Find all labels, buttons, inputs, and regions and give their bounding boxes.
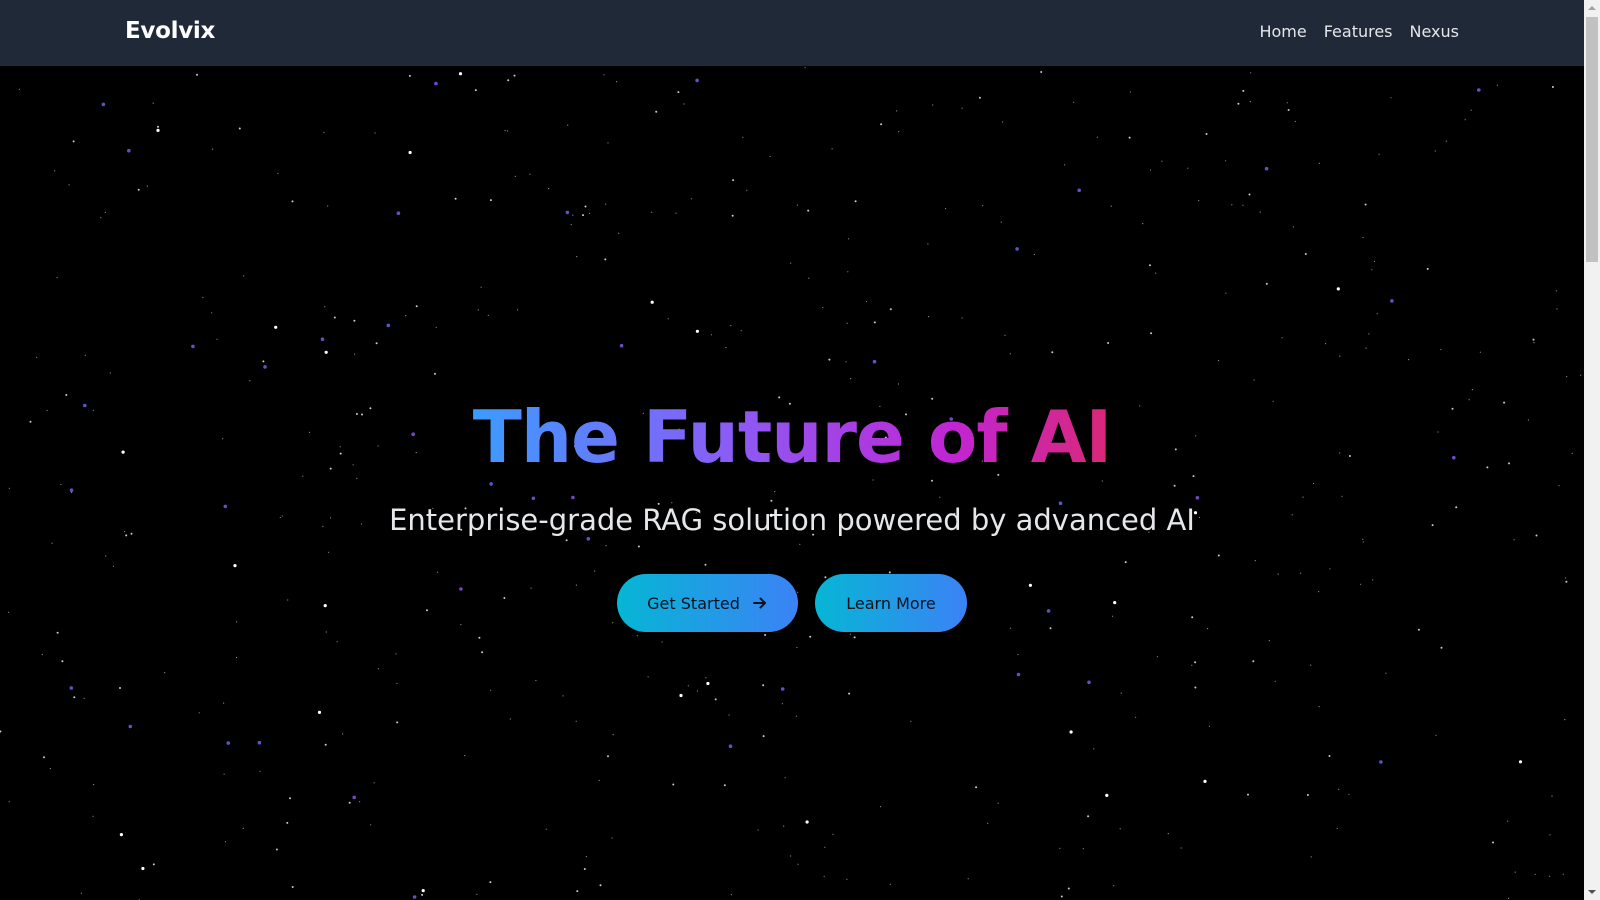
scrollbar-thumb[interactable] [1586, 17, 1598, 262]
scroll-up-icon[interactable] [1584, 0, 1600, 16]
nav-link-features[interactable]: Features [1324, 22, 1393, 41]
top-navbar: Evolvix Home Features Nexus [0, 0, 1584, 66]
get-started-label: Get Started [647, 593, 740, 613]
nav-links: Home Features Nexus [1259, 22, 1459, 41]
nav-link-home[interactable]: Home [1259, 22, 1306, 41]
hero-subtitle: Enterprise-grade RAG solution powered by… [389, 503, 1195, 537]
hero-title-text: The Future of AI [472, 395, 1113, 479]
landing-page: Evolvix Home Features Nexus The Future o… [0, 0, 1600, 900]
arrow-right-icon [752, 597, 766, 609]
hero-actions: Get Started Learn More [0, 574, 1584, 632]
learn-more-label: Learn More [846, 593, 936, 613]
hero-title: The Future of AI [0, 401, 1584, 473]
get-started-button[interactable]: Get Started [617, 574, 798, 632]
page-scrollbar[interactable] [1584, 0, 1600, 900]
nav-link-nexus[interactable]: Nexus [1410, 22, 1459, 41]
learn-more-button[interactable]: Learn More [815, 574, 967, 632]
brand-logo[interactable]: Evolvix [125, 18, 215, 44]
scroll-down-icon[interactable] [1584, 884, 1600, 900]
hero-section: The Future of AI Enterprise-grade RAG so… [0, 66, 1584, 900]
